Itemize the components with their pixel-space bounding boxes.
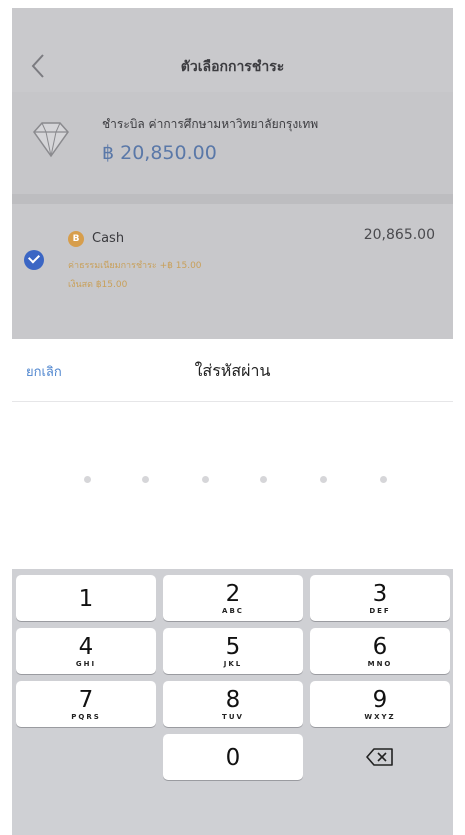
key-2[interactable]: 2 ABC [163,575,303,621]
bill-amount: ฿ 20,850.00 [102,142,217,164]
pin-dot [142,476,149,483]
pin-dot [380,476,387,483]
key-digit: 6 [372,634,388,660]
payment-options-page: ตัวเลือกการชำระ ชำระบิล ค่าการศึกษามหาวิ… [12,8,453,339]
balance-note: เงินสด ฿15.00 [68,280,128,290]
key-0[interactable]: 0 [163,734,303,780]
key-digit: 3 [372,581,388,607]
page-title: ตัวเลือกการชำระ [180,59,285,75]
key-letters: PQRS [71,713,101,721]
pin-dot [320,476,327,483]
sheet-title: ใส่รหัสผ่าน [194,361,271,380]
key-5[interactable]: 5 JKL [163,628,303,674]
pin-dot [260,476,267,483]
key-7[interactable]: 7 PQRS [16,681,156,727]
key-letters: DEF [369,607,391,615]
nav-bar: ตัวเลือกการชำระ [12,8,453,92]
key-digit: 7 [78,687,94,713]
pin-dot [202,476,209,483]
sheet-header: ยกเลิก ใส่รหัสผ่าน [12,339,453,402]
key-8[interactable]: 8 TUV [163,681,303,727]
key-4[interactable]: 4 GHI [16,628,156,674]
key-letters: TUV [222,713,244,721]
key-letters: ABC [222,607,244,615]
pin-dot [84,476,91,483]
key-digit: 9 [372,687,388,713]
coin-icon: B [68,231,84,247]
divider [12,194,453,204]
numeric-keypad: 1 2 ABC 3 DEF 4 GHI 5 JKL 6 MNO 7 PQRS 8 TUV 9 WXYZ 0 [12,569,453,835]
checkmark-icon [24,250,44,270]
pin-dots [12,401,453,569]
key-digit: 1 [78,586,94,612]
bill-card: ชำระบิล ค่าการศึกษามหาวิทยาลัยกรุงเทพ ฿ … [12,92,453,194]
key-letters: WXYZ [364,713,396,721]
key-6[interactable]: 6 MNO [310,628,450,674]
key-9[interactable]: 9 WXYZ [310,681,450,727]
key-letters: GHI [75,660,97,668]
bill-description: ชำระบิล ค่าการศึกษามหาวิทยาลัยกรุงเทพ [102,117,319,131]
key-digit: 8 [225,687,241,713]
method-name: Cash [92,231,125,246]
payment-method-row[interactable]: B Cash 20,865.00 ค่าธรรมเนียมการชำระ +฿ … [12,204,453,339]
key-digit: 5 [225,634,241,660]
key-digit: 0 [225,745,241,771]
backspace-button[interactable] [310,734,450,780]
method-amount: 20,865.00 [363,227,435,243]
key-digit: 2 [225,581,241,607]
key-digit: 4 [78,634,94,660]
diamond-icon [33,122,69,158]
password-sheet: ยกเลิก ใส่รหัสผ่าน [12,339,453,569]
backspace-icon [366,748,393,766]
fee-note: ค่าธรรมเนียมการชำระ +฿ 15.00 [68,261,202,271]
key-1[interactable]: 1 [16,575,156,621]
key-letters: JKL [223,660,243,668]
screen: ตัวเลือกการชำระ ชำระบิล ค่าการศึกษามหาวิ… [12,8,453,835]
key-3[interactable]: 3 DEF [310,575,450,621]
key-letters: MNO [367,660,393,668]
